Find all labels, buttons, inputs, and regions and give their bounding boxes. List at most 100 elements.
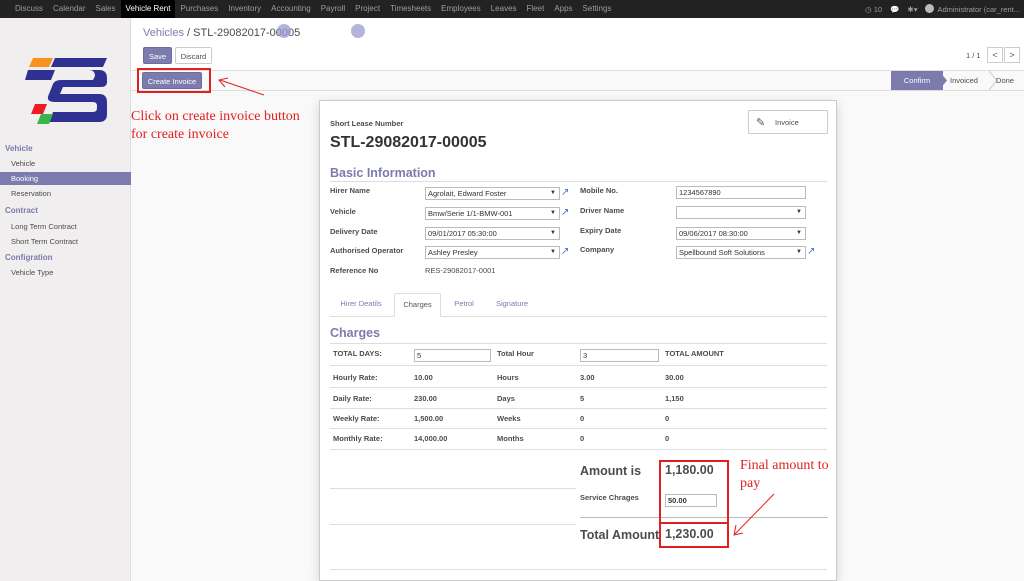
driver-name-label: Driver Name (580, 206, 625, 215)
menu-inventory[interactable]: Inventory (223, 0, 266, 18)
top-navbar: Discuss Calendar Sales Vehicle Rent Purc… (0, 0, 1024, 18)
external-link-icon[interactable]: ↗ (807, 247, 817, 257)
months-label: Months (497, 434, 524, 443)
divider (330, 408, 827, 409)
menu-fleet[interactable]: Fleet (522, 0, 550, 18)
divider (330, 524, 576, 525)
sidebar-section-configration: Configration (5, 253, 53, 262)
company-select[interactable]: Spellbound Soft Solutions ▼ (676, 246, 806, 259)
sidebar-item-short-term-contract[interactable]: Short Term Contract (0, 235, 131, 248)
stage-done[interactable]: Done (991, 71, 1019, 90)
days-label: Days (497, 394, 515, 403)
external-link-icon[interactable]: ↗ (561, 188, 571, 198)
edit-icon: ✎ (756, 117, 766, 129)
hirer-name-label: Hirer Name (330, 186, 371, 195)
menu-discuss[interactable]: Discuss (10, 0, 48, 18)
menu-sales[interactable]: Sales (90, 0, 120, 18)
chevron-right-icon: > (1009, 50, 1015, 60)
hours-value: 3.00 (580, 373, 595, 382)
invoice-smart-button[interactable]: ✎ Invoice (748, 110, 828, 134)
daily-amount-value: 1,150 (665, 394, 684, 403)
basic-information-title: Basic Information (330, 166, 436, 180)
hourly-amount-value: 30.00 (665, 373, 684, 382)
daily-rate-value: 230.00 (414, 394, 437, 403)
total-hour-label: Total Hour (497, 349, 534, 358)
monthly-rate-label: Monthly Rate: (333, 434, 383, 443)
weekly-amount-value: 0 (665, 414, 670, 423)
user-menu[interactable]: Administrator (car_rent... (925, 4, 1020, 14)
chat-icon[interactable]: 💬 (890, 5, 899, 14)
daily-rate-label: Daily Rate: (333, 394, 372, 403)
discard-button[interactable]: Discard (175, 47, 212, 64)
menu-timesheets[interactable]: Timesheets (385, 0, 436, 18)
pager-next-button[interactable]: > (1004, 47, 1020, 63)
activity-indicator[interactable]: ◷ 10 (865, 5, 882, 14)
breadcrumb-separator: / (187, 27, 191, 39)
dropdown-caret-icon: ▼ (550, 190, 556, 196)
menu-leaves[interactable]: Leaves (486, 0, 522, 18)
annotation-arrow (218, 77, 265, 96)
weekly-rate-value: 1,500.00 (414, 414, 444, 423)
delivery-date-value: 09/01/2017 05:30:00 (428, 229, 497, 238)
external-link-icon[interactable]: ↗ (561, 208, 571, 218)
tab-charges[interactable]: Charges (394, 293, 441, 317)
delivery-date-field[interactable]: 09/01/2017 05:30:00 ▼ (425, 227, 560, 240)
tab-hirer-details[interactable]: Hirer Deatils (330, 293, 392, 317)
invoice-smart-button-label: Invoice (775, 118, 799, 127)
user-name: Administrator (car_rent... (937, 5, 1020, 14)
sidebar-item-reservation[interactable]: Reservation (0, 187, 131, 200)
sidebar-item-vehicle[interactable]: Vehicle (0, 157, 131, 170)
sidebar-item-booking[interactable]: Booking (0, 172, 131, 185)
total-hour-input[interactable]: 3 (580, 349, 659, 362)
weeks-label: Weeks (497, 414, 521, 423)
pager-previous-button[interactable]: < (987, 47, 1003, 63)
authorised-operator-label: Authorised Operator (330, 246, 404, 255)
divider (330, 343, 827, 344)
cursor-highlight (351, 24, 365, 38)
menu-project[interactable]: Project (350, 0, 385, 18)
vehicle-select[interactable]: Bmw/Serie 1/1-BMW-001 ▼ (425, 207, 560, 220)
stage-invoiced[interactable]: Invoiced (945, 71, 983, 90)
tab-petrol[interactable]: Petrol (444, 293, 484, 317)
gear-menu-icon[interactable]: ✱▾ (907, 5, 917, 14)
breadcrumb-vehicles-link[interactable]: Vehicles (143, 27, 184, 39)
expiry-date-value: 09/06/2017 08:30:00 (679, 229, 748, 238)
menu-accounting[interactable]: Accounting (266, 0, 316, 18)
dropdown-caret-icon: ▼ (550, 210, 556, 216)
weekly-rate-label: Weekly Rate: (333, 414, 380, 423)
save-button[interactable]: Save (143, 47, 172, 64)
hirer-name-select[interactable]: Agrolait, Edward Foster ▼ (425, 187, 560, 200)
expiry-date-field[interactable]: 09/06/2017 08:30:00 ▼ (676, 227, 806, 240)
annotation-box-create-invoice (137, 68, 211, 93)
menu-settings[interactable]: Settings (578, 0, 617, 18)
divider (330, 387, 827, 388)
authorised-operator-select[interactable]: Ashley Presley ▼ (425, 246, 560, 259)
hirer-name-value: Agrolait, Edward Foster (428, 189, 507, 198)
external-link-icon[interactable]: ↗ (561, 247, 571, 257)
total-amount-label: Total Amount (580, 528, 660, 542)
notebook-tabs: Hirer Deatils Charges Petrol Signature (330, 293, 827, 317)
mobile-no-field[interactable]: 1234567890 (676, 186, 806, 199)
menu-vehicle-rent[interactable]: Vehicle Rent (120, 0, 176, 18)
dropdown-caret-icon: ▼ (550, 230, 556, 236)
sidebar-item-long-term-contract[interactable]: Long Term Contract (0, 220, 131, 233)
hourly-rate-value: 10.00 (414, 373, 433, 382)
driver-name-select[interactable]: ▼ (676, 206, 806, 219)
stage-confirm[interactable]: Confirm (891, 71, 943, 90)
amount-is-label: Amount is (580, 464, 642, 478)
menu-apps[interactable]: Apps (549, 0, 577, 18)
tab-signature[interactable]: Signature (487, 293, 537, 317)
total-amount-header: TOTAL AMOUNT (665, 349, 724, 358)
mobile-no-value: 1234567890 (679, 188, 721, 197)
company-label: Company (580, 245, 615, 254)
hourly-rate-label: Hourly Rate: (333, 373, 378, 382)
menu-purchases[interactable]: Purchases (175, 0, 223, 18)
vehicle-value: Bmw/Serie 1/1-BMW-001 (428, 209, 513, 218)
total-days-input[interactable]: 5 (414, 349, 491, 362)
annotation-create-invoice-line1: Click on create invoice button (131, 109, 300, 124)
expiry-date-label: Expiry Date (580, 226, 622, 235)
sidebar-item-vehicle-type[interactable]: Vehicle Type (0, 266, 131, 279)
menu-payroll[interactable]: Payroll (316, 0, 350, 18)
menu-calendar[interactable]: Calendar (48, 0, 90, 18)
menu-employees[interactable]: Employees (436, 0, 486, 18)
